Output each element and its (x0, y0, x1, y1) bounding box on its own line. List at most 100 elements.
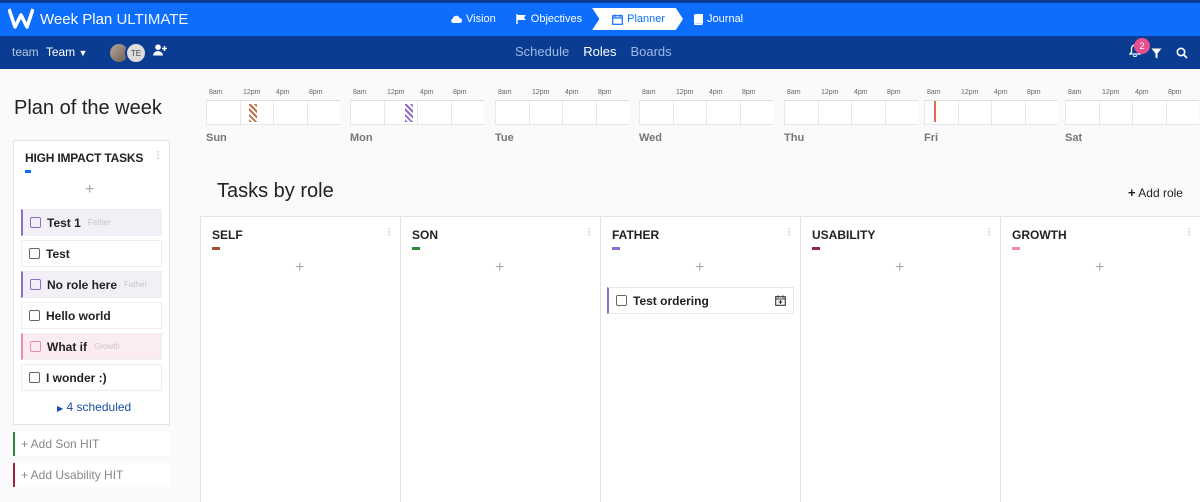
task-label: No role here (47, 277, 118, 292)
flag-icon (516, 14, 526, 24)
role-name: SELF (212, 228, 243, 242)
scheduled-toggle[interactable]: ▶ 4 scheduled (57, 400, 131, 414)
nav-journal[interactable]: Journal (683, 8, 753, 30)
add-usability-hit-button[interactable]: + Add Usability HIT (13, 463, 170, 487)
sub-bar: team Team ▼ TE Schedule Roles Boards 2 (0, 36, 1200, 69)
task-label: What if (47, 339, 87, 354)
tick-label: 12pm (961, 89, 979, 96)
view-boards[interactable]: Boards (630, 44, 671, 59)
hit-menu-icon[interactable]: · · · (156, 147, 160, 164)
add-son-hit-button[interactable]: + Add Son HIT (13, 432, 170, 456)
task-checkbox[interactable] (29, 248, 40, 259)
tick-label: 8pm (742, 89, 756, 96)
role-column-usability: USABILITY · · · + (800, 217, 1000, 502)
team-members: TE (108, 42, 147, 64)
cloud-icon (451, 15, 462, 23)
task-checkbox[interactable] (616, 295, 627, 306)
role-color-bar (612, 247, 620, 250)
tick-label: 4pm (994, 89, 1008, 96)
tick-label: 4pm (565, 89, 579, 96)
hit-title: HIGH IMPACT TASKS (25, 151, 144, 165)
add-hit-button[interactable]: + (85, 181, 94, 199)
tick-label: 12pm (532, 89, 550, 96)
role-menu-icon[interactable]: · · · (787, 224, 791, 241)
tick-label: 8pm (309, 89, 323, 96)
task-role: Growth (94, 342, 120, 351)
team-selector-label: team (12, 45, 39, 59)
day-mon[interactable]: 8am 12pm 4pm 8pm Mon (350, 86, 484, 144)
day-sun[interactable]: 8am 12pm 4pm 8pm Sun (206, 86, 340, 144)
task-checkbox[interactable] (29, 310, 40, 321)
add-task-button[interactable]: + (295, 259, 304, 277)
add-role-label: Add role (1138, 186, 1183, 200)
add-usability-hit-label: + Add Usability HIT (21, 468, 124, 482)
day-tue[interactable]: 8am 12pm 4pm 8pm Tue (495, 86, 629, 144)
search-icon[interactable] (1176, 47, 1188, 59)
task-item[interactable]: Hello world (21, 302, 162, 329)
tick-label: 8am (642, 89, 656, 96)
scheduled-block[interactable] (934, 101, 936, 122)
task-checkbox[interactable] (30, 217, 41, 228)
tick-label: 4pm (854, 89, 868, 96)
tick-label: 8pm (887, 89, 901, 96)
tick-label: 4pm (420, 89, 434, 96)
plan-title: Plan of the week (14, 97, 162, 119)
scheduled-block[interactable] (249, 104, 257, 122)
day-thu[interactable]: 8am 12pm 4pm 8pm Thu (784, 86, 918, 144)
role-name: FATHER (612, 228, 660, 242)
add-role-button[interactable]: + Add role (1128, 185, 1183, 200)
filter-icon[interactable] (1151, 48, 1162, 59)
task-checkbox[interactable] (30, 279, 41, 290)
task-item[interactable]: Test (21, 240, 162, 267)
avatar-initials[interactable]: TE (125, 42, 147, 64)
tick-label: 4pm (1135, 89, 1149, 96)
role-menu-icon[interactable]: · · · (387, 224, 391, 241)
role-column-father: FATHER · · · + Test ordering (600, 217, 800, 502)
nav-planner-label: Planner (627, 13, 666, 25)
day-sat[interactable]: 8am 12pm 4pm 8pm Sat (1065, 86, 1199, 144)
nav-objectives-label: Objectives (530, 13, 583, 25)
task-item[interactable]: What if Growth (21, 333, 162, 360)
task-item[interactable]: I wonder :) (21, 364, 162, 391)
tick-label: 12pm (1102, 89, 1120, 96)
add-task-button[interactable]: + (895, 259, 904, 277)
task-item[interactable]: No role here Father (21, 271, 162, 298)
nav-objectives[interactable]: Objectives (506, 8, 592, 30)
view-schedule[interactable]: Schedule (515, 44, 569, 59)
task-checkbox[interactable] (29, 372, 40, 383)
add-task-button[interactable]: + (695, 259, 704, 277)
app-name-text: Week Plan (40, 11, 113, 28)
tick-label: 8am (353, 89, 367, 96)
tick-label: 8pm (1027, 89, 1041, 96)
notifications-button[interactable]: 2 (1128, 38, 1150, 62)
tick-label: 8am (1068, 89, 1082, 96)
task-item[interactable]: Test ordering (607, 287, 794, 314)
role-menu-icon[interactable]: · · · (1187, 224, 1191, 241)
view-roles[interactable]: Roles (583, 44, 616, 59)
top-navigation: Vision Objectives Planner Journal (440, 8, 753, 30)
roles-board: SELF · · · + SON · · · + FATHER · · · + Test o… (200, 216, 1200, 502)
add-task-button[interactable]: + (1095, 259, 1104, 277)
app-logo-icon[interactable] (8, 7, 34, 29)
header-actions: 2 (1128, 38, 1188, 62)
tick-label: 8am (927, 89, 941, 96)
nav-planner[interactable]: Planner (592, 8, 684, 30)
task-item[interactable]: Test 1 Father (21, 209, 162, 236)
calendar-add-icon[interactable] (775, 295, 786, 306)
add-task-button[interactable]: + (495, 259, 504, 277)
top-bar: Week Plan ULTIMATE Vision Objectives Pla… (0, 0, 1200, 36)
task-checkbox[interactable] (30, 341, 41, 352)
add-son-hit-label: + Add Son HIT (21, 437, 100, 451)
team-selector[interactable]: team Team ▼ (12, 45, 87, 59)
day-fri[interactable]: 8am 12pm 4pm 8pm Fri (924, 86, 1058, 144)
nav-vision[interactable]: Vision (440, 8, 506, 30)
role-menu-icon[interactable]: · · · (987, 224, 991, 241)
view-switcher: Schedule Roles Boards (515, 44, 672, 59)
day-wed[interactable]: 8am 12pm 4pm 8pm Wed (639, 86, 773, 144)
add-user-icon[interactable] (153, 44, 167, 56)
tick-label: 8pm (1168, 89, 1182, 96)
scheduled-block[interactable] (405, 104, 413, 122)
task-label: Hello world (46, 308, 111, 323)
hit-accent (25, 170, 31, 173)
role-menu-icon[interactable]: · · · (587, 224, 591, 241)
